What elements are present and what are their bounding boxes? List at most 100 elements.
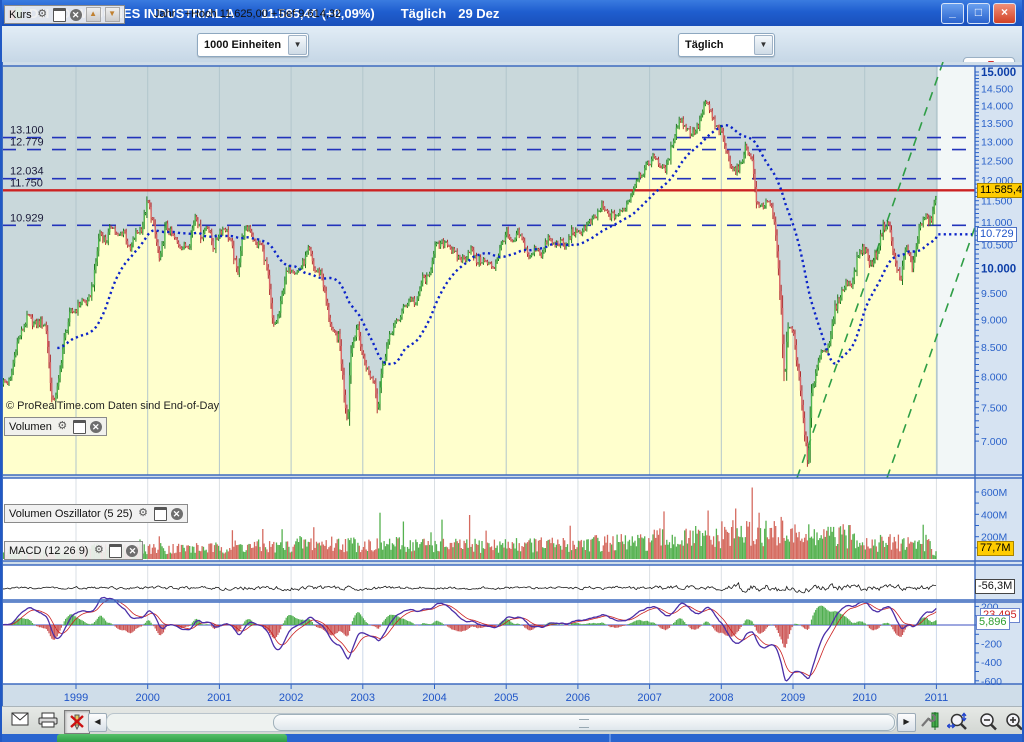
zoom-in-button[interactable] — [1002, 710, 1024, 732]
level-label: 12.779 — [10, 137, 44, 149]
macd-axis-label: -400 — [981, 657, 1002, 669]
year-label: 2001 — [207, 692, 231, 704]
wrench-icon[interactable]: ⚙ — [36, 8, 49, 21]
volume-axis-label: 600M — [981, 487, 1007, 499]
arrow-up-icon[interactable]: ▲ — [86, 7, 101, 22]
period-dropdown-value: Täglich — [679, 39, 730, 51]
year-label: 2007 — [637, 692, 661, 704]
zoom-fit-button[interactable] — [946, 710, 970, 732]
price-axis-label: 13.000 — [981, 136, 1013, 148]
volume-panel-label: Volumen — [9, 421, 52, 433]
wrench-candle-icon — [920, 712, 940, 730]
top-toolbar: 1000 Einheiten ▼ Täglich ▼ — [2, 26, 1022, 63]
macd-panel-label: MACD (12 26 9) — [9, 545, 88, 557]
macd-axis-label: -200 — [981, 639, 1002, 651]
future-zone-bg — [938, 66, 975, 475]
year-label: 2011 — [925, 692, 949, 704]
close-icon[interactable]: ✕ — [90, 421, 102, 433]
macd-panel-header: MACD (12 26 9) ⚙ ✕ — [4, 541, 143, 560]
zoom-out-button[interactable] — [976, 710, 1000, 732]
period-dropdown[interactable]: Täglich ▼ — [678, 33, 775, 57]
chevron-down-icon[interactable]: ▼ — [288, 35, 307, 55]
level-label: 13.100 — [10, 125, 44, 137]
scrollbar-thumb[interactable] — [273, 714, 895, 731]
taskbar-strip — [2, 734, 1022, 742]
title-period: Täglich — [401, 6, 447, 21]
zoom-fit-icon — [947, 712, 969, 732]
osc-panel-header: Volumen Oszillator (5 25) ⚙ ✕ — [4, 504, 188, 523]
price-axis-label: 9.000 — [981, 314, 1007, 326]
price-axis-label: 13.500 — [981, 118, 1013, 130]
taskbar-divider — [609, 734, 611, 742]
taskbar-item[interactable] — [57, 734, 287, 742]
price-axis-label: 14.500 — [981, 83, 1013, 95]
price-axis-label: 15.000 — [981, 67, 1016, 79]
scrollbar-track[interactable] — [106, 713, 897, 732]
osc-panel-label: Volumen Oszillator (5 25) — [9, 508, 133, 520]
delete-drawings-icon — [68, 713, 86, 730]
price-axis-label: 8.500 — [981, 342, 1007, 354]
price-axis-label: 10.000 — [981, 263, 1016, 275]
chart-window: DJI - DOW JONES INDUSTRIAL A 11.585,40 (… — [0, 0, 1024, 742]
year-label: 1999 — [64, 692, 88, 704]
wrench-icon[interactable]: ⚙ — [137, 507, 150, 520]
wrench-icon[interactable]: ⚙ — [92, 544, 105, 557]
price-axis-label: 12.500 — [981, 155, 1013, 167]
window-icon[interactable] — [109, 544, 122, 558]
level-label: 10.929 — [10, 212, 44, 224]
price-axis-label: 7.000 — [981, 436, 1007, 448]
price-axis-label: 9.500 — [981, 288, 1007, 300]
scroll-right-button[interactable]: ▶ — [897, 713, 916, 732]
wrench-icon[interactable]: ⚙ — [56, 420, 69, 433]
price-axis-label: 8.000 — [981, 371, 1007, 383]
ma-value-badge: 10.729 — [977, 227, 1017, 242]
scroll-left-button[interactable]: ◀ — [88, 713, 107, 732]
title-date: 29 Dez — [458, 6, 499, 21]
volume-value-badge: 77,7M — [977, 541, 1014, 556]
price-panel-header: Kurs ⚙ ✕ ▲ ▼ — [4, 5, 125, 24]
delete-drawings-button[interactable] — [64, 710, 90, 734]
close-icon[interactable]: ✕ — [126, 545, 138, 557]
year-label: 2000 — [135, 692, 159, 704]
last-price-badge: 11.585,4 — [977, 183, 1024, 198]
osc-value-badge: -56,3M — [975, 579, 1015, 594]
mail-button[interactable] — [8, 710, 32, 732]
chart-canvas[interactable]: 1999200020012002200320042005200620072008… — [2, 62, 1024, 706]
chevron-down-icon[interactable]: ▼ — [754, 35, 773, 55]
chart-svg: 1999200020012002200320042005200620072008… — [2, 62, 1024, 706]
year-label: 2004 — [422, 692, 446, 704]
year-label: 2003 — [351, 692, 375, 704]
macd-value-badge: 5,896 — [976, 615, 1010, 630]
units-dropdown-value: 1000 Einheiten — [198, 39, 287, 51]
arrow-down-icon[interactable]: ▼ — [105, 7, 120, 22]
chart-settings-button[interactable] — [918, 710, 942, 732]
mail-icon — [11, 712, 29, 726]
window-icon[interactable] — [154, 507, 167, 521]
price-info-text: Jahr : +Hoch 11.625,00 +Tief 9.614,32 — [154, 8, 341, 20]
bottom-toolbar: ◀ ▶ — [2, 706, 1022, 735]
close-button[interactable]: × — [993, 3, 1016, 24]
macd-axis-label: -600 — [981, 676, 1002, 688]
minimize-button[interactable]: _ — [941, 3, 964, 24]
year-label: 2005 — [494, 692, 518, 704]
window-icon[interactable] — [73, 420, 86, 434]
close-icon[interactable]: ✕ — [70, 9, 82, 21]
volume-axis-label: 400M — [981, 509, 1007, 521]
maximize-button[interactable]: □ — [967, 3, 990, 24]
window-icon[interactable] — [53, 8, 66, 22]
volume-panel-header: Volumen ⚙ ✕ — [4, 417, 107, 436]
print-icon — [38, 712, 58, 728]
print-button[interactable] — [36, 710, 60, 732]
year-label: 2006 — [566, 692, 590, 704]
zoom-in-icon — [1004, 712, 1024, 732]
level-label: 12.034 — [10, 166, 44, 178]
year-label: 2010 — [852, 692, 876, 704]
close-icon[interactable]: ✕ — [171, 508, 183, 520]
year-label: 2008 — [709, 692, 733, 704]
price-axis-label: 7.500 — [981, 403, 1007, 415]
scrollbar-grip — [579, 719, 589, 728]
level-label: 11.750 — [10, 177, 43, 189]
price-panel-label: Kurs — [9, 9, 32, 21]
copyright-text: © ProRealTime.com Daten sind End-of-Day — [6, 400, 219, 412]
units-dropdown[interactable]: 1000 Einheiten ▼ — [197, 33, 309, 57]
